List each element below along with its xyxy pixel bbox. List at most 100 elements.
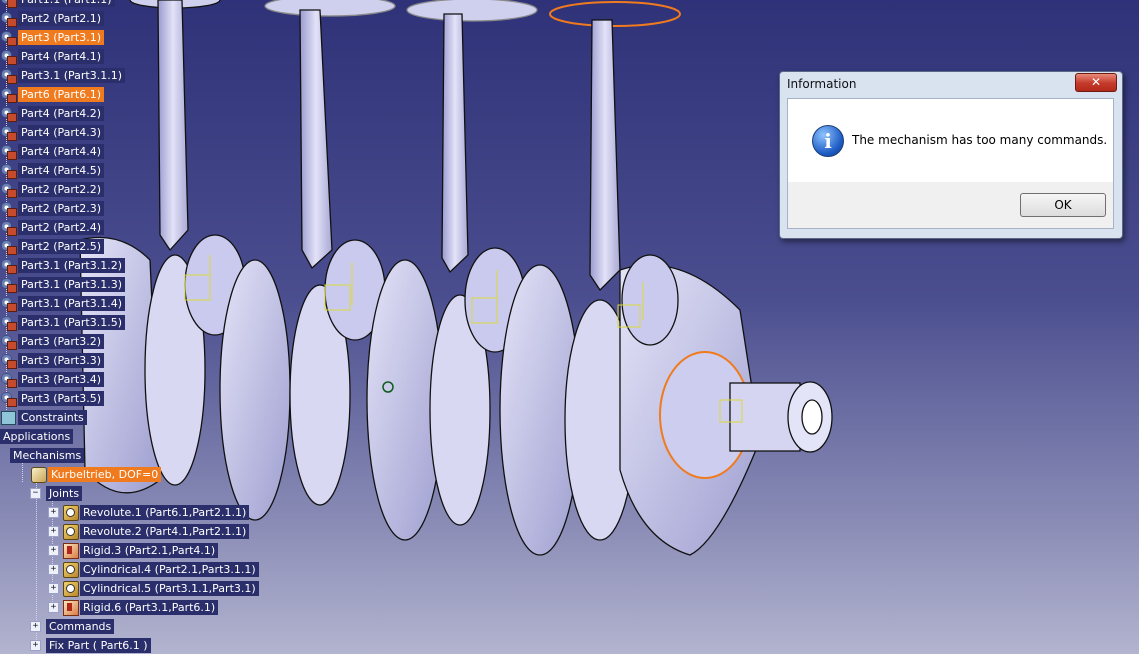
tree-node-joints[interactable]: − Joints (30, 484, 83, 502)
part-gear-icon (0, 143, 17, 160)
tree-node-part[interactable]: Part4 (Part4.1) (0, 47, 105, 65)
cylindrical-joint-icon (62, 561, 79, 578)
tree-node-joint[interactable]: + Cylindrical.4 (Part2.1,Part3.1.1) (48, 560, 259, 578)
tree-node-part[interactable]: Part2 (Part2.1) (0, 9, 105, 27)
part-label: Part1.1 (Part1.1) (18, 0, 115, 7)
part-gear-icon (0, 0, 17, 8)
expand-toggle[interactable]: + (48, 563, 59, 575)
tree-node-part[interactable]: Part3 (Part3.2) (0, 332, 105, 350)
rigid-joint-icon (62, 542, 79, 559)
part-label: Part3 (Part3.2) (18, 333, 105, 349)
rigid-joint-icon (62, 599, 79, 616)
tree-node-part[interactable]: Part1.1 (Part1.1) (0, 0, 115, 8)
connecting-rod-3[interactable] (441, 13, 469, 274)
tree-node-mechanism[interactable]: Kurbeltrieb, DOF=0 (30, 465, 162, 483)
expand-toggle[interactable]: + (48, 506, 59, 518)
tree-node-part[interactable]: Part2 (Part2.2) (0, 180, 105, 198)
mechanism-name: Kurbeltrieb, DOF=0 (48, 466, 162, 482)
part-label: Part2 (Part2.3) (18, 200, 105, 216)
applications-label: Applications (0, 428, 74, 444)
expand-toggle[interactable]: + (48, 601, 59, 613)
tree-node-joint[interactable]: + Cylindrical.5 (Part3.1.1,Part3.1) (48, 579, 259, 597)
crank-pin-4[interactable] (621, 254, 679, 346)
part-label: Part6 (Part6.1) (18, 86, 105, 102)
part-gear-icon (0, 86, 17, 103)
expand-toggle[interactable]: + (30, 620, 41, 632)
fix-part-label: Fix Part ( Part6.1 ) (46, 637, 151, 653)
connecting-rod-4[interactable] (589, 19, 621, 292)
constraints-label: Constraints (18, 409, 87, 425)
expand-toggle[interactable]: + (30, 639, 41, 651)
tree-node-part[interactable]: Part6 (Part6.1) (0, 85, 105, 103)
info-icon: i (812, 125, 844, 157)
tree-node-joint[interactable]: + Revolute.2 (Part4.1,Part2.1.1) (48, 522, 250, 540)
tree-node-part[interactable]: Part3 (Part3.4) (0, 370, 105, 388)
tree-node-part[interactable]: Part2 (Part2.4) (0, 218, 105, 236)
joint-label: Rigid.3 (Part2.1,Part4.1) (80, 542, 219, 558)
tree-node-applications[interactable]: Applications (0, 427, 74, 445)
tree-node-part[interactable]: Part3.1 (Part3.1.4) (0, 294, 125, 312)
part-label: Part3.1 (Part3.1.2) (18, 257, 125, 273)
tree-node-joint[interactable]: + Rigid.6 (Part3.1,Part6.1) (48, 598, 219, 616)
tree-node-joint[interactable]: + Rigid.3 (Part2.1,Part4.1) (48, 541, 219, 559)
part-gear-icon (0, 371, 17, 388)
tree-node-part[interactable]: Part3 (Part3.3) (0, 351, 105, 369)
tree-node-part[interactable]: Part4 (Part4.2) (0, 104, 105, 122)
part-label: Part3.1 (Part3.1.4) (18, 295, 125, 311)
part-gear-icon (0, 295, 17, 312)
expand-toggle[interactable]: + (48, 582, 59, 594)
tree-node-part[interactable]: Part3.1 (Part3.1.5) (0, 313, 125, 331)
piston-3[interactable] (406, 0, 538, 22)
expand-toggle[interactable]: + (48, 544, 59, 556)
tree-node-part[interactable]: Part3 (Part3.1) (0, 28, 105, 46)
part-gear-icon (0, 257, 17, 274)
part-gear-icon (0, 124, 17, 141)
tree-node-part[interactable]: Part3.1 (Part3.1.2) (0, 256, 125, 274)
ok-button[interactable]: OK (1020, 193, 1106, 217)
cylindrical-joint-icon (62, 580, 79, 597)
connecting-rod-2[interactable] (299, 9, 333, 270)
tree-node-part[interactable]: Part4 (Part4.5) (0, 161, 105, 179)
piston-2[interactable] (264, 0, 396, 17)
mechanisms-label: Mechanisms (10, 447, 85, 463)
tree-node-part[interactable]: Part3.1 (Part3.1.3) (0, 275, 125, 293)
tree-node-part[interactable]: Part3.1 (Part3.1.1) (0, 66, 125, 84)
dialog-footer: OK (787, 182, 1114, 229)
tree-node-part[interactable]: Part4 (Part4.3) (0, 123, 105, 141)
part-gear-icon (0, 219, 17, 236)
part-label: Part3.1 (Part3.1.5) (18, 314, 125, 330)
tree-node-commands[interactable]: + Commands (30, 617, 115, 635)
part-label: Part3 (Part3.5) (18, 390, 105, 406)
specification-tree: Part1.1 (Part1.1) Part2 (Part2.1) Part3 (P… (0, 0, 260, 654)
piston-4-selected[interactable] (549, 1, 681, 27)
tree-node-constraints[interactable]: Constraints (0, 408, 87, 426)
part-label: Part2 (Part2.5) (18, 238, 105, 254)
part-gear-icon (0, 352, 17, 369)
information-dialog: Information ✕ i The mechanism has too ma… (779, 71, 1123, 239)
part-gear-icon (0, 333, 17, 350)
part-label: Part2 (Part2.4) (18, 219, 105, 235)
collapse-toggle[interactable]: − (30, 487, 41, 499)
expand-toggle[interactable]: + (48, 525, 59, 537)
part-label: Part4 (Part4.5) (18, 162, 105, 178)
part-gear-icon (0, 181, 17, 198)
tree-node-joint[interactable]: + Revolute.1 (Part6.1,Part2.1.1) (48, 503, 250, 521)
tree-node-part[interactable]: Part4 (Part4.4) (0, 142, 105, 160)
joint-label: Rigid.6 (Part3.1,Part6.1) (80, 599, 219, 615)
part-gear-icon (0, 29, 17, 46)
joint-label: Revolute.2 (Part4.1,Part2.1.1) (80, 523, 250, 539)
dialog-body: i The mechanism has too many commands. (787, 98, 1114, 184)
tree-node-part[interactable]: Part2 (Part2.5) (0, 237, 105, 255)
joint-label: Cylindrical.5 (Part3.1.1,Part3.1) (80, 580, 259, 596)
part-label: Part4 (Part4.3) (18, 124, 105, 140)
dialog-titlebar[interactable]: Information ✕ (780, 72, 1122, 96)
part-label: Part2 (Part2.1) (18, 10, 105, 26)
tree-node-part[interactable]: Part2 (Part2.3) (0, 199, 105, 217)
part-label: Part3.1 (Part3.1.3) (18, 276, 125, 292)
tree-node-part[interactable]: Part3 (Part3.5) (0, 389, 105, 407)
part-label: Part3 (Part3.3) (18, 352, 105, 368)
tree-node-mechanisms[interactable]: Mechanisms (8, 446, 85, 464)
shaft-bore[interactable] (801, 399, 823, 435)
tree-node-fix-part[interactable]: + Fix Part ( Part6.1 ) (30, 636, 151, 654)
close-button[interactable]: ✕ (1075, 73, 1117, 92)
